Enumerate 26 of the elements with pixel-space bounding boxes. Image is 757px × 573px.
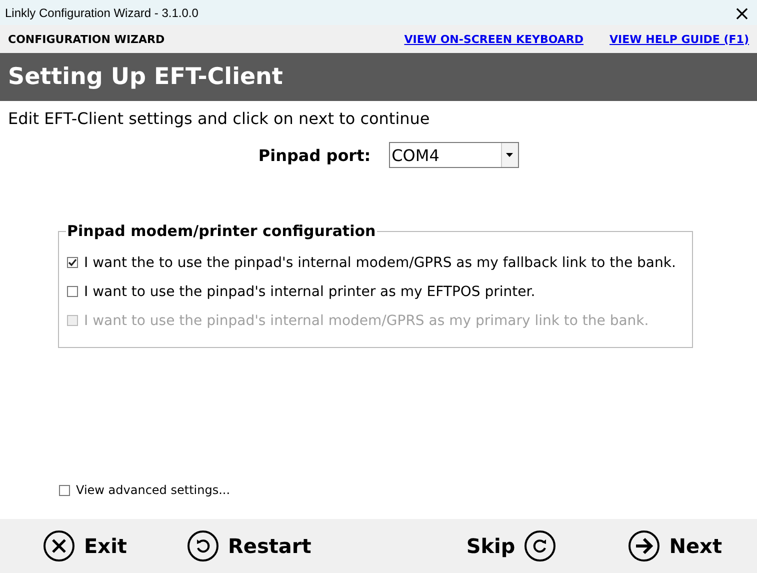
arrow-right-icon bbox=[628, 530, 660, 562]
toolbar-link[interactable]: VIEW HELP GUIDE (F1) bbox=[610, 32, 749, 46]
group-title: Pinpad modem/printer configuration bbox=[66, 222, 377, 240]
undo-icon bbox=[186, 530, 219, 562]
page-heading: Setting Up EFT-Client bbox=[8, 64, 283, 90]
field-label: Pinpad port: bbox=[258, 146, 371, 164]
checkbox[interactable] bbox=[67, 257, 78, 268]
redo-icon bbox=[524, 530, 556, 562]
window-title: Linkly Configuration Wizard - 3.1.0.0 bbox=[5, 6, 198, 20]
close-icon bbox=[43, 530, 75, 562]
skip-button[interactable]: Skip bbox=[466, 530, 556, 562]
close-button[interactable]: × bbox=[727, 0, 757, 25]
checkbox-label: I want to use the pinpad's internal modem/GPRS as my primary link to the bank. bbox=[84, 312, 649, 328]
port-dropdown[interactable]: COM4 bbox=[388, 142, 519, 168]
restart-button[interactable]: Restart bbox=[186, 530, 312, 562]
next-button[interactable]: Next bbox=[628, 530, 722, 562]
toolbar-link[interactable]: VIEW ON-SCREEN KEYBOARD bbox=[404, 32, 584, 46]
checkbox-label: I want the to use the pinpad's internal modem/GPRS as my fallback link to the bank. bbox=[84, 254, 676, 270]
instruction-text: Edit EFT-Client settings and click on next to continue bbox=[7, 108, 431, 128]
checkbox-label: I want to use the pinpad's internal printer as my EFTPOS printer. bbox=[84, 284, 536, 300]
toolbar-title: CONFIGURATION WIZARD bbox=[8, 32, 165, 46]
checkbox[interactable] bbox=[59, 484, 70, 496]
dropdown-arrow-icon bbox=[506, 153, 514, 157]
checkbox-label: View advanced settings... bbox=[76, 483, 230, 497]
exit-button[interactable]: Exit bbox=[43, 530, 127, 562]
checkbox[interactable] bbox=[67, 286, 78, 297]
